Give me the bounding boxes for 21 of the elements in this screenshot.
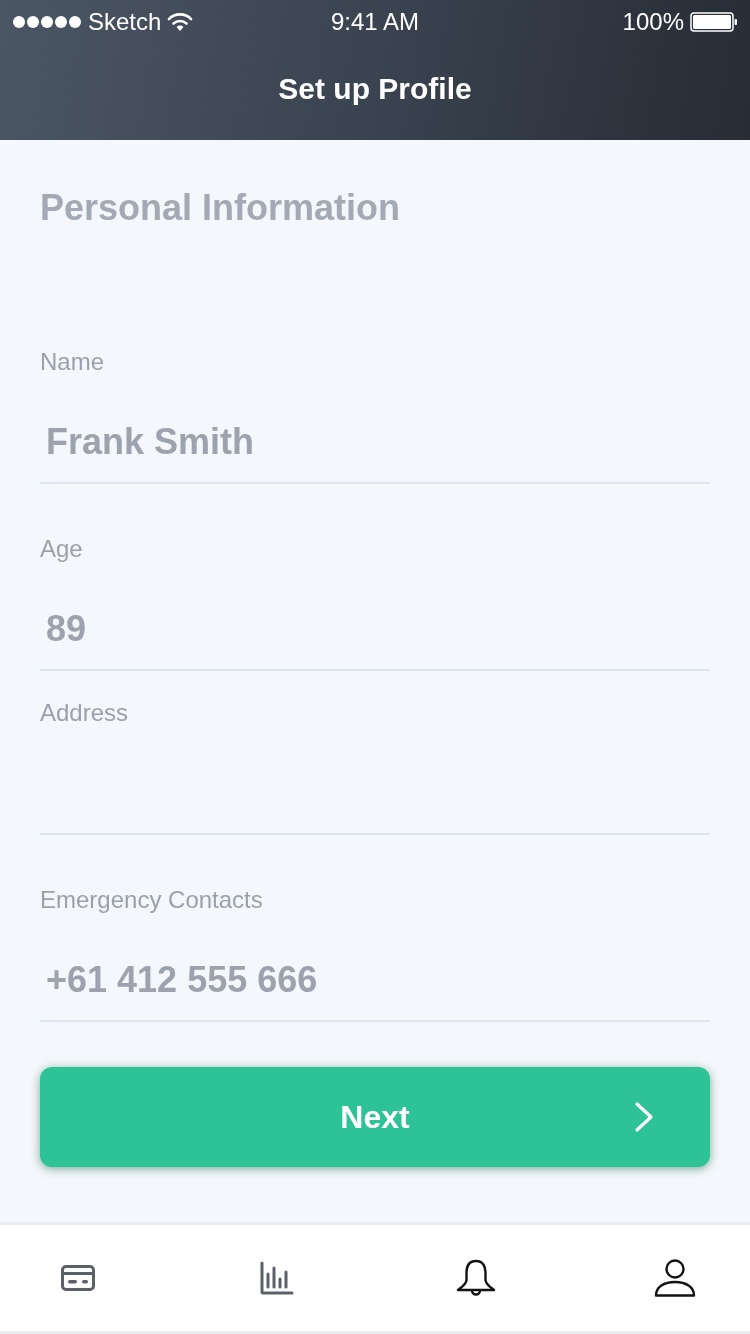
battery-percentage: 100% (622, 7, 684, 37)
bar-chart-icon[interactable] (260, 1261, 294, 1295)
status-time: 9:41 AM (330, 7, 420, 37)
battery-icon (690, 12, 738, 32)
signal-strength-icon (12, 15, 82, 29)
card-icon[interactable] (61, 1265, 95, 1291)
carrier-name: Sketch (88, 7, 162, 37)
user-profile-icon[interactable] (654, 1259, 696, 1297)
notification-bell-icon[interactable] (456, 1259, 496, 1297)
field-label: Emergency Contacts (40, 885, 263, 915)
wifi-icon (167, 12, 194, 32)
next-button[interactable]: Next (40, 1067, 710, 1167)
chevron-right-icon (634, 1101, 654, 1133)
field-label: Address (40, 698, 129, 728)
section-title: Personal Information (40, 186, 402, 230)
input-field[interactable]: Frank Smith (40, 377, 710, 484)
page-title: Set up Profile (278, 70, 472, 107)
field-label: Name (40, 347, 105, 377)
input-field[interactable]: +61 412 555 666 (40, 915, 710, 1022)
input-field[interactable]: 89 (40, 564, 710, 671)
field-label: Age (40, 534, 83, 564)
